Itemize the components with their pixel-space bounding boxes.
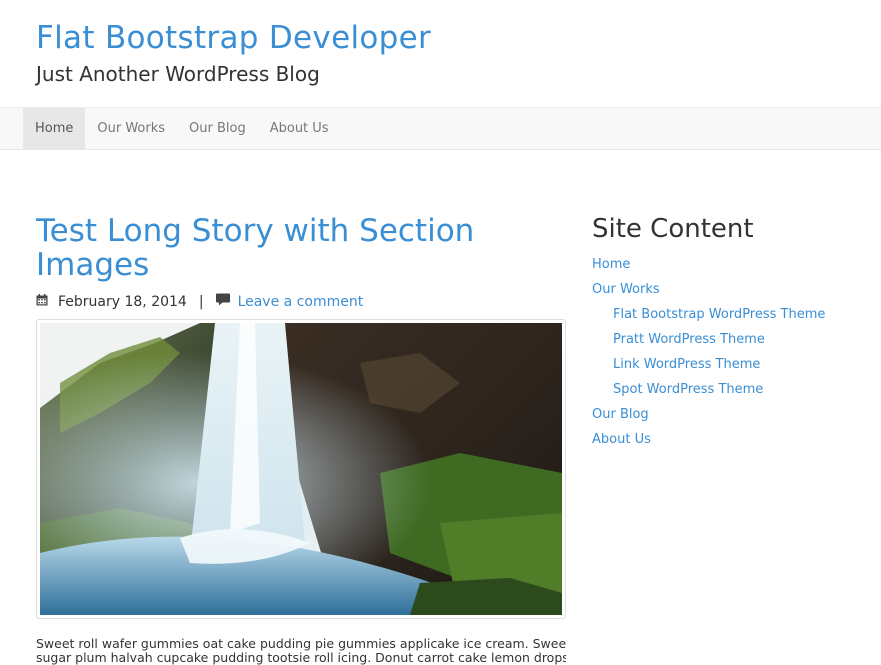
meta-separator: | bbox=[198, 294, 204, 310]
leave-comment-link[interactable]: Leave a comment bbox=[238, 292, 364, 312]
comment-icon bbox=[215, 292, 230, 312]
post-date: February 18, 2014 bbox=[58, 294, 187, 310]
site-title-link[interactable]: Flat Bootstrap Developer bbox=[36, 20, 431, 56]
nav-item-about-us[interactable]: About Us bbox=[258, 108, 341, 150]
site-tagline: Just Another WordPress Blog bbox=[36, 62, 320, 86]
post-title[interactable]: Test Long Story with Section Images bbox=[36, 214, 566, 282]
sidebar-link-about-us[interactable]: About Us bbox=[592, 427, 862, 452]
site-header: Flat Bootstrap Developer Just Another Wo… bbox=[0, 0, 881, 107]
main-navbar: Home Our Works Our Blog About Us bbox=[0, 107, 881, 150]
sidebar-link-flat-bootstrap-theme-text[interactable]: Flat Bootstrap WordPress Theme bbox=[613, 307, 825, 322]
sidebar-link-home-text[interactable]: Home bbox=[592, 257, 630, 272]
sidebar-link-home[interactable]: Home bbox=[592, 252, 862, 277]
nav-item-our-blog[interactable]: Our Blog bbox=[177, 108, 258, 150]
calendar-icon bbox=[36, 292, 48, 312]
post-meta: February 18, 2014 | Leave a comment bbox=[36, 292, 566, 312]
post-excerpt: Sweet roll wafer gummies oat cake puddin… bbox=[36, 637, 566, 665]
nav-menu: Home Our Works Our Blog About Us bbox=[23, 108, 341, 150]
sidebar: Site Content Home Our Works Flat Bootstr… bbox=[592, 214, 862, 452]
sidebar-link-our-blog[interactable]: Our Blog bbox=[592, 402, 862, 427]
sidebar-link-pratt-theme-text[interactable]: Pratt WordPress Theme bbox=[613, 332, 765, 347]
excerpt-line-2: sugar plum halvah cupcake pudding tootsi… bbox=[36, 650, 566, 665]
sidebar-link-spot-theme[interactable]: Spot WordPress Theme bbox=[592, 377, 862, 402]
sidebar-link-our-works[interactable]: Our Works bbox=[592, 277, 862, 302]
sidebar-link-about-us-text[interactable]: About Us bbox=[592, 432, 651, 447]
sidebar-link-flat-bootstrap-theme[interactable]: Flat Bootstrap WordPress Theme bbox=[592, 302, 862, 327]
post-featured-image bbox=[36, 319, 566, 619]
sidebar-link-spot-theme-text[interactable]: Spot WordPress Theme bbox=[613, 382, 763, 397]
sidebar-link-our-blog-text[interactable]: Our Blog bbox=[592, 407, 649, 422]
sidebar-link-link-theme-text[interactable]: Link WordPress Theme bbox=[613, 357, 760, 372]
waterfall-image bbox=[40, 323, 562, 615]
widget-title-site-content: Site Content bbox=[592, 214, 754, 244]
sidebar-link-link-theme[interactable]: Link WordPress Theme bbox=[592, 352, 862, 377]
sidebar-link-pratt-theme[interactable]: Pratt WordPress Theme bbox=[592, 327, 862, 352]
sidebar-link-our-works-text[interactable]: Our Works bbox=[592, 282, 660, 297]
blog-post: Test Long Story with Section Images Febr… bbox=[36, 214, 566, 665]
site-content-list: Home Our Works Flat Bootstrap WordPress … bbox=[592, 252, 862, 452]
excerpt-line-1: Sweet roll wafer gummies oat cake puddin… bbox=[36, 637, 566, 651]
post-title-link[interactable]: Test Long Story with Section Images bbox=[36, 214, 566, 282]
nav-item-our-works[interactable]: Our Works bbox=[85, 108, 177, 150]
nav-item-home[interactable]: Home bbox=[23, 108, 86, 150]
